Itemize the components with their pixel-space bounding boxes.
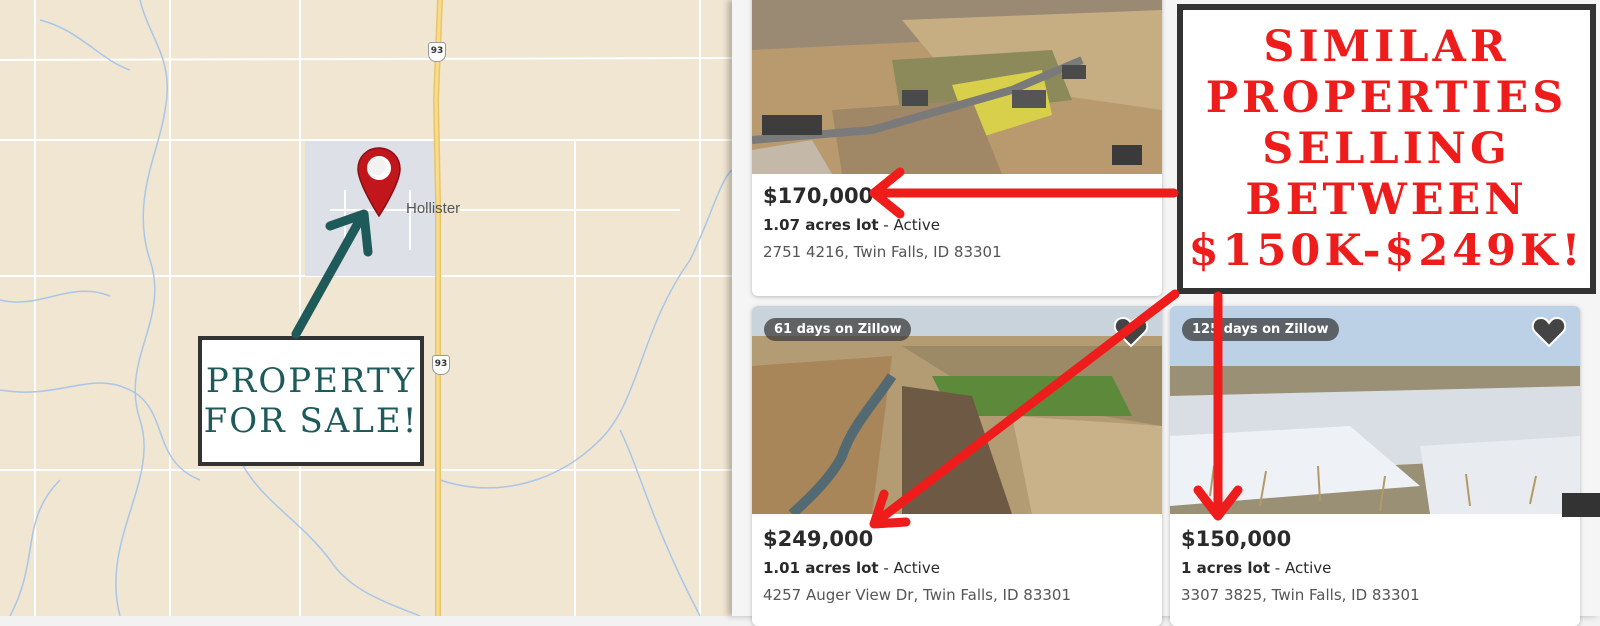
- callout-line: FOR SALE!: [203, 401, 419, 441]
- listing-size: 1.07 acres lot: [763, 216, 879, 234]
- town-label: Hollister: [406, 200, 461, 217]
- listing-address[interactable]: 2751 4216, Twin Falls, ID 83301: [763, 243, 1002, 261]
- listing-status: - Active: [878, 559, 940, 577]
- days-on-zillow-badge: 125 days on Zillow: [1182, 318, 1339, 341]
- listing-card[interactable]: 125 days on Zillow $150,000 1 acres lot …: [1170, 306, 1580, 626]
- listing-price: $150,000: [1181, 527, 1292, 551]
- similar-properties-callout: SIMILAR PROPERTIES SELLING BETWEEN $150K…: [1177, 4, 1596, 294]
- callout-line: $150K-$249K!: [1188, 225, 1585, 276]
- map-pin-icon[interactable]: [356, 146, 402, 218]
- listing-card[interactable]: 61 days on Zillow $249,000 1.01 acres lo…: [752, 306, 1162, 626]
- heart-icon[interactable]: [1114, 316, 1148, 348]
- listing-size: 1 acres lot: [1181, 559, 1271, 577]
- map-roads: [0, 0, 732, 616]
- days-on-zillow-badge: 61 days on Zillow: [764, 318, 912, 341]
- heart-icon[interactable]: [1532, 316, 1566, 348]
- listing-status: - Active: [878, 216, 940, 234]
- listing-photo[interactable]: [752, 0, 1162, 174]
- route-shield: 93: [432, 355, 450, 375]
- listing-details: 1 acres lot - Active: [1181, 559, 1331, 577]
- listing-address[interactable]: 3307 3825, Twin Falls, ID 83301: [1181, 586, 1420, 604]
- map-panel[interactable]: 93 93 Hollister PROPERTY FOR SALE!: [0, 0, 732, 616]
- scrollbar-tab[interactable]: [1562, 493, 1600, 517]
- listing-size: 1.01 acres lot: [763, 559, 879, 577]
- listing-details: 1.01 acres lot - Active: [763, 559, 940, 577]
- listing-status: - Active: [1270, 559, 1332, 577]
- listing-price: $170,000: [763, 184, 874, 208]
- callout-line: PROPERTY: [205, 361, 417, 401]
- callout-line: SELLING: [1262, 123, 1511, 174]
- listing-address[interactable]: 4257 Auger View Dr, Twin Falls, ID 83301: [763, 586, 1071, 604]
- listing-details: 1.07 acres lot - Active: [763, 216, 940, 234]
- listing-card[interactable]: $170,000 1.07 acres lot - Active 2751 42…: [752, 0, 1162, 296]
- callout-line: BETWEEN: [1245, 174, 1528, 225]
- callout-line: PROPERTIES: [1205, 72, 1568, 123]
- property-for-sale-callout: PROPERTY FOR SALE!: [198, 336, 424, 466]
- route-shield: 93: [428, 42, 446, 62]
- listing-price: $249,000: [763, 527, 874, 551]
- callout-line: SIMILAR: [1263, 21, 1510, 72]
